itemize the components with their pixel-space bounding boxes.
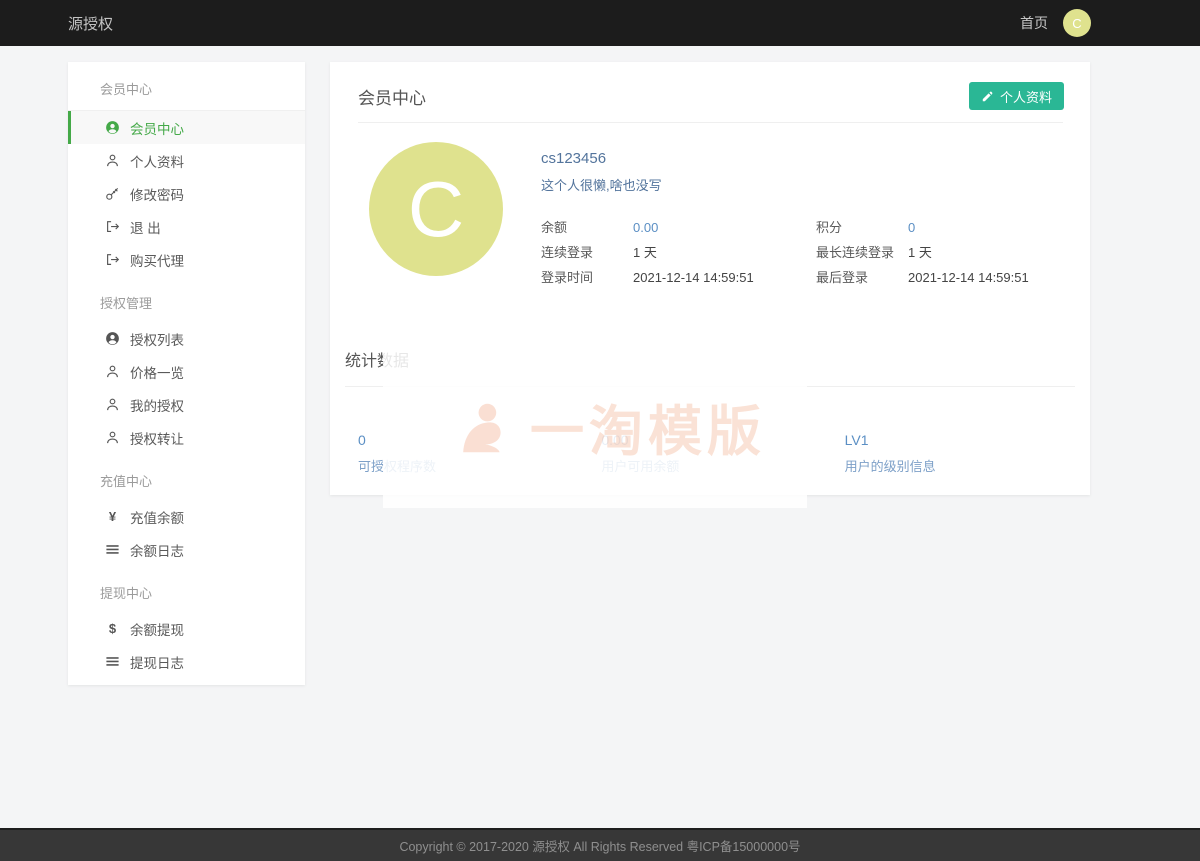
sidebar-item-price-list[interactable]: 价格一览 [68, 355, 305, 388]
sidebar-item-label: 余额提现 [130, 619, 184, 639]
sign-out-icon [105, 219, 120, 234]
copyright-text: Copyright © 2017-2020 源授权 All Rights Res… [399, 836, 800, 855]
sidebar: 会员中心会员中心个人资料修改密码退 出购买代理授权管理授权列表价格一览我的授权授… [68, 62, 305, 685]
sidebar-item-label: 购买代理 [130, 250, 184, 270]
info-label: 积分 [816, 215, 908, 240]
user-circle-icon [105, 331, 120, 346]
stats-section-title: 统计数据 [345, 347, 1075, 371]
user-icon [105, 430, 120, 445]
footer: Copyright © 2017-2020 源授权 All Rights Res… [0, 828, 1200, 861]
sidebar-section-header: 授权管理 [68, 276, 305, 322]
user-bio: 这个人很懒,啥也没写 [541, 175, 1029, 194]
username[interactable]: cs123456 [541, 150, 1029, 167]
profile-info-left: 余额0.00连续登录1 天登录时间2021-12-14 14:59:51 [541, 215, 816, 290]
info-label: 余额 [541, 215, 633, 240]
sidebar-item-label: 余额日志 [130, 540, 184, 560]
brand-logo[interactable]: 源授权 [68, 13, 113, 34]
stat-value: LV1 [845, 432, 1075, 448]
stat-label: 用户可用余额 [601, 456, 831, 475]
stat-label: 可授权程序数 [358, 456, 588, 475]
edit-profile-button-label: 个人资料 [1000, 87, 1052, 106]
navbar-avatar[interactable]: C [1063, 9, 1091, 37]
sidebar-item-label: 授权列表 [130, 329, 184, 349]
info-value: 2021-12-14 14:59:51 [908, 265, 1029, 290]
stats-row: 0 可授权程序数 0.00 用户可用余额 LV1 用户的级别信息 [330, 387, 1090, 495]
stat-item: 0.00 用户可用余额 [588, 432, 831, 475]
sign-out-icon [105, 252, 120, 267]
pencil-icon [981, 90, 994, 103]
list-icon [105, 654, 120, 669]
profile-info: 余额0.00连续登录1 天登录时间2021-12-14 14:59:51 积分0… [541, 215, 1029, 290]
profile-body: cs123456 这个人很懒,啥也没写 余额0.00连续登录1 天登录时间202… [541, 142, 1029, 290]
stat-item: 0 可授权程序数 [345, 432, 588, 475]
yen-icon: ¥ [105, 509, 120, 524]
user-avatar: C [369, 142, 503, 276]
stat-value: 0 [358, 432, 588, 448]
user-icon [105, 153, 120, 168]
stat-item: LV1 用户的级别信息 [832, 432, 1075, 475]
sidebar-item-auth-list[interactable]: 授权列表 [68, 322, 305, 355]
stat-value: 0.00 [601, 432, 831, 448]
sidebar-section-header: 充值中心 [68, 454, 305, 500]
info-label: 连续登录 [541, 240, 633, 265]
info-label: 最长连续登录 [816, 240, 908, 265]
sidebar-item-balance-log[interactable]: 余额日志 [68, 533, 305, 566]
sidebar-item-withdraw-log[interactable]: 提现日志 [68, 645, 305, 678]
info-value: 1 天 [908, 240, 1029, 265]
user-icon [105, 397, 120, 412]
navbar-inner: 源授权 首页 C [68, 0, 1091, 46]
sidebar-item-label: 我的授权 [130, 395, 184, 415]
profile-info-right: 积分0最长连续登录1 天最后登录2021-12-14 14:59:51 [816, 215, 1029, 290]
main-card-header: 会员中心 个人资料 [330, 62, 1090, 108]
sidebar-item-label: 个人资料 [130, 151, 184, 171]
sidebar-item-label: 充值余额 [130, 507, 184, 527]
sidebar-item-recharge-balance[interactable]: ¥ 充值余额 [68, 500, 305, 533]
stat-label: 用户的级别信息 [845, 456, 1075, 475]
sidebar-item-label: 退 出 [130, 217, 161, 237]
sidebar-item-buy-agent[interactable]: 购买代理 [68, 243, 305, 276]
sidebar-section-header: 会员中心 [68, 62, 305, 111]
sidebar-item-label: 授权转让 [130, 428, 184, 448]
sidebar-item-label: 修改密码 [130, 184, 184, 204]
info-value: 2021-12-14 14:59:51 [633, 265, 816, 290]
key-icon [105, 186, 120, 201]
sidebar-item-my-auth[interactable]: 我的授权 [68, 388, 305, 421]
top-navbar: 源授权 首页 C [0, 0, 1200, 46]
sidebar-section-header: 提现中心 [68, 566, 305, 612]
info-label: 最后登录 [816, 265, 908, 290]
edit-profile-button[interactable]: 个人资料 [969, 82, 1064, 110]
navbar-right: 首页 C [1020, 9, 1091, 37]
user-circle-icon [105, 120, 120, 135]
sidebar-item-label: 提现日志 [130, 652, 184, 672]
sidebar-item-profile[interactable]: 个人资料 [68, 144, 305, 177]
profile-section: C cs123456 这个人很懒,啥也没写 余额0.00连续登录1 天登录时间2… [330, 123, 1090, 290]
nav-link-home[interactable]: 首页 [1020, 13, 1048, 33]
info-value: 0 [908, 215, 1029, 240]
sidebar-item-change-password[interactable]: 修改密码 [68, 177, 305, 210]
page-title: 会员中心 [358, 84, 426, 109]
list-icon [105, 542, 120, 557]
info-label: 登录时间 [541, 265, 633, 290]
sidebar-item-logout[interactable]: 退 出 [68, 210, 305, 243]
dollar-icon: $ [105, 621, 120, 636]
sidebar-item-auth-transfer[interactable]: 授权转让 [68, 421, 305, 454]
main-panel: 会员中心 个人资料 C cs123456 这个人很懒,啥也没写 余额0.00连续… [330, 62, 1090, 495]
info-value: 1 天 [633, 240, 816, 265]
sidebar-item-balance-withdraw[interactable]: $ 余额提现 [68, 612, 305, 645]
sidebar-item-label: 价格一览 [130, 362, 184, 382]
info-value: 0.00 [633, 215, 816, 240]
sidebar-item-member-center[interactable]: 会员中心 [68, 111, 305, 144]
user-icon [105, 364, 120, 379]
sidebar-item-label: 会员中心 [130, 118, 184, 138]
